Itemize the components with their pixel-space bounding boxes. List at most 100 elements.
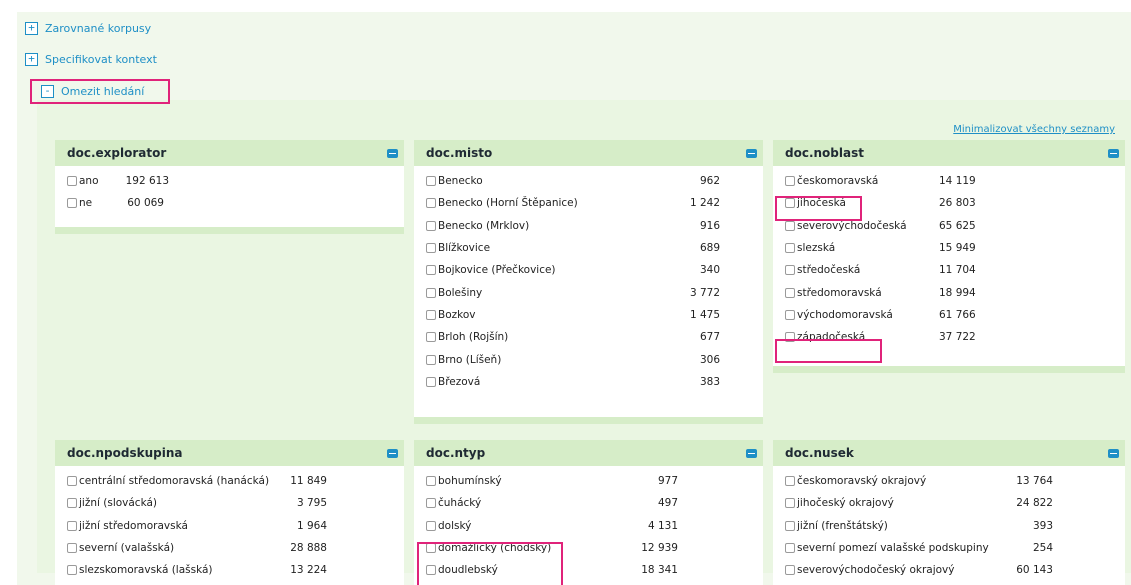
checkbox[interactable] (785, 543, 795, 554)
checkbox[interactable] (785, 520, 795, 531)
panel-list: centrální středomoravská (hanácká) 11 849… (55, 466, 404, 583)
checkbox[interactable] (67, 543, 77, 554)
item-label: jihočeský okrajový (797, 497, 894, 510)
item-count: 15 949 (939, 242, 976, 255)
item-label: Benecko (Horní Štěpanice) (438, 197, 578, 210)
checkbox[interactable] (426, 220, 436, 231)
item-count: 393 (1032, 519, 1053, 532)
checkbox[interactable] (426, 498, 436, 509)
list-item: slezská 15 949 (785, 237, 1113, 259)
item-count: 689 (699, 242, 720, 255)
plus-icon: + (25, 22, 38, 35)
checkbox[interactable] (426, 265, 436, 276)
item-label: jižní (frenštátský) (797, 519, 888, 532)
checkbox[interactable] (785, 476, 795, 487)
checkbox[interactable] (785, 265, 795, 276)
item-count: 24 822 (1016, 497, 1053, 510)
item-count: 192 613 (125, 175, 169, 188)
item-count: 383 (699, 375, 720, 388)
list-item: jihočeský okrajový 24 822 (785, 492, 1113, 514)
minimize-all-lists-link[interactable]: Minimalizovat všechny seznamy (953, 124, 1115, 135)
checkbox[interactable] (426, 543, 436, 554)
item-label: domažlický (chodský) (438, 542, 552, 555)
item-count: 12 939 (641, 542, 678, 555)
checkbox[interactable] (426, 198, 436, 209)
item-label: Benecko (Mrklov) (438, 219, 530, 232)
item-label: českomoravský okrajový (797, 475, 927, 488)
panel-doc-noblast: doc.noblast českomoravská 14 119 jihočesk… (773, 140, 1125, 373)
list-item: západočeská 37 722 (785, 326, 1113, 348)
checkbox[interactable] (785, 565, 795, 576)
panel-doc-ntyp: doc.ntyp bohumínský 977 čuhácký 497 dolský… (414, 440, 763, 585)
item-label: středomoravská (797, 286, 882, 299)
item-count: 61 766 (939, 308, 976, 321)
checkbox[interactable] (785, 309, 795, 320)
checkbox[interactable] (785, 498, 795, 509)
toggle-restrict-search[interactable]: - Omezit hledání (41, 85, 144, 98)
item-count: 11 704 (939, 264, 976, 277)
item-label: Brno (Líšeň) (438, 353, 502, 366)
checkbox[interactable] (426, 376, 436, 387)
item-count: 11 849 (290, 475, 327, 488)
item-count: 3 795 (296, 497, 327, 510)
checkbox[interactable] (426, 476, 436, 487)
checkbox[interactable] (426, 354, 436, 365)
toggle-specify-context[interactable]: + Specifikovat kontext (25, 53, 157, 66)
list-item: severovýchodočeský okrajový 60 143 (785, 559, 1113, 581)
minimize-list-icon[interactable] (387, 148, 398, 158)
item-count: 28 888 (290, 542, 327, 555)
item-count: 497 (657, 497, 678, 510)
checkbox[interactable] (785, 287, 795, 298)
checkbox[interactable] (67, 565, 77, 576)
checkbox[interactable] (426, 520, 436, 531)
list-item: Benecko (Horní Štěpanice) 1 242 (426, 192, 751, 214)
checkbox[interactable] (785, 243, 795, 254)
minus-icon: - (41, 85, 54, 98)
checkbox[interactable] (67, 176, 77, 187)
panel-header: doc.misto (414, 140, 763, 166)
panel-title: doc.misto (426, 146, 493, 160)
plus-icon: + (25, 53, 38, 66)
minimize-list-icon[interactable] (387, 448, 398, 458)
checkbox[interactable] (426, 565, 436, 576)
minimize-list-icon[interactable] (1108, 448, 1119, 458)
toggle-restrict-search-label: Omezit hledání (61, 85, 145, 98)
list-item: ano 192 613 (67, 170, 392, 192)
item-count: 60 143 (1016, 564, 1053, 577)
checkbox[interactable] (426, 176, 436, 187)
checkbox[interactable] (67, 520, 77, 531)
checkbox[interactable] (67, 476, 77, 487)
toggle-aligned-corpora[interactable]: + Zarovnané korpusy (25, 22, 151, 35)
list-item: Benecko (Mrklov) 916 (426, 215, 751, 237)
item-label: Bozkov (438, 308, 476, 321)
checkbox[interactable] (426, 287, 436, 298)
list-item: východomoravská 61 766 (785, 304, 1113, 326)
checkbox[interactable] (426, 309, 436, 320)
checkbox[interactable] (67, 498, 77, 509)
checkbox[interactable] (426, 243, 436, 254)
list-item: jižní (frenštátský) 393 (785, 515, 1113, 537)
checkbox[interactable] (785, 176, 795, 187)
list-item: Brno (Líšeň) 306 (426, 348, 751, 370)
list-item: Bozkov 1 475 (426, 304, 751, 326)
panel-list: ano 192 613 ne 60 069 (55, 166, 404, 217)
checkbox[interactable] (785, 198, 795, 209)
list-item: centrální středomoravská (hanácká) 11 849 (67, 470, 392, 492)
panel-doc-nusek: doc.nusek českomoravský okrajový 13 764 j… (773, 440, 1125, 585)
item-label: Bojkovice (Přečkovice) (438, 264, 556, 277)
checkbox[interactable] (67, 198, 77, 209)
item-count: 1 242 (689, 197, 720, 210)
checkbox[interactable] (785, 220, 795, 231)
item-label: severní pomezí valašské podskupiny (797, 542, 989, 555)
list-item: dolský 4 131 (426, 515, 751, 537)
minimize-list-icon[interactable] (746, 148, 757, 158)
item-label: dolský (438, 519, 472, 532)
checkbox[interactable] (426, 332, 436, 343)
item-count: 18 994 (939, 286, 976, 299)
panel-header: doc.explorator (55, 140, 404, 166)
checkbox[interactable] (785, 332, 795, 343)
minimize-list-icon[interactable] (746, 448, 757, 458)
minimize-list-icon[interactable] (1108, 148, 1119, 158)
item-count: 65 625 (939, 219, 976, 232)
item-count: 677 (699, 331, 720, 344)
